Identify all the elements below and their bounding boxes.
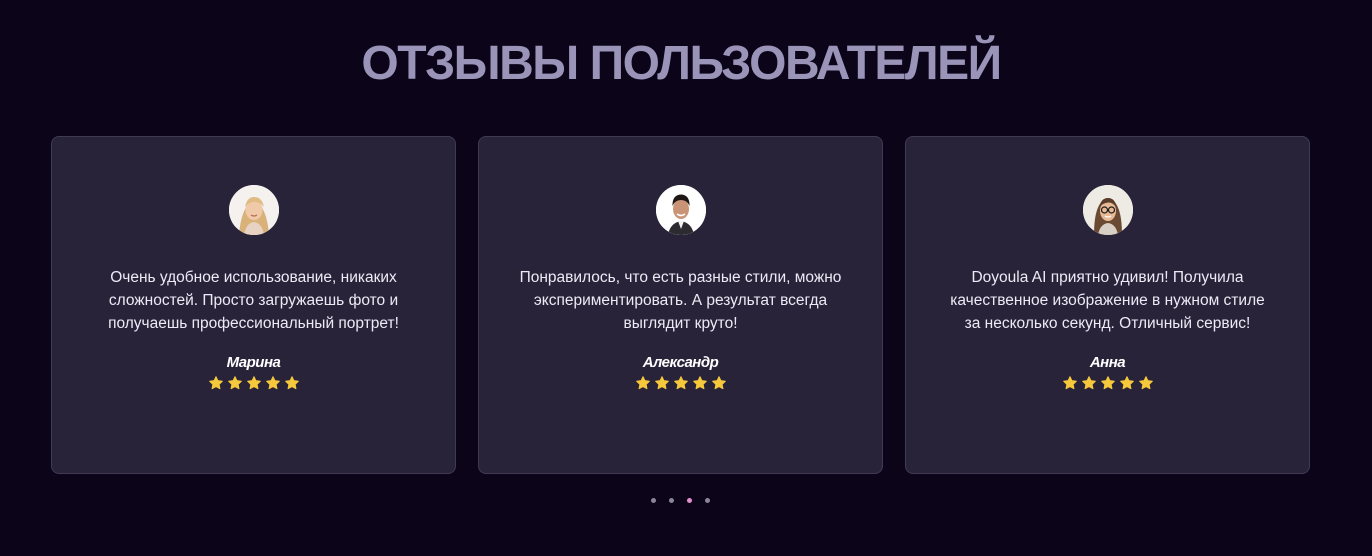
carousel-pagination [651,498,710,503]
star-icon [1081,376,1096,390]
avatar [1082,185,1133,235]
testimonials-carousel: Очень удобное использование, никаких сло… [51,136,1310,474]
carousel-dot[interactable] [651,498,656,503]
avatar [228,185,279,235]
avatar [655,185,706,235]
review-card: Doyoula AI приятно удивил! Получила каче… [905,136,1310,474]
review-card: Очень удобное использование, никаких сло… [51,136,456,474]
rating-stars [1062,375,1154,391]
carousel-dot[interactable] [705,498,710,503]
reviewer-name: Александр [642,354,719,371]
carousel-dot-active[interactable] [687,498,692,503]
star-icon [246,376,261,390]
star-icon [265,376,280,390]
star-icon [227,376,242,390]
review-card: Понравилось, что есть разные стили, можн… [478,136,883,474]
avatar-woman-blonde-icon [228,185,279,235]
review-text: Очень удобное использование, никаких сло… [108,269,399,332]
avatar-man-dark-hair-icon [655,185,706,235]
star-icon [692,376,707,390]
star-icon [654,376,669,390]
star-icon [1119,376,1134,390]
reviewer-name: Марина [226,354,281,371]
star-icon [711,376,726,390]
star-icon [673,376,688,390]
rating-stars [635,375,727,391]
star-icon [1138,376,1153,390]
testimonials-section: ОТЗЫВЫ ПОЛЬЗОВАТЕЛЕЙ Очень удобное испол… [0,0,1372,556]
star-icon [284,376,299,390]
rating-stars [208,375,300,391]
star-icon [1062,376,1077,390]
star-icon [1100,376,1115,390]
avatar-woman-glasses-icon [1082,185,1133,235]
carousel-dot[interactable] [669,498,674,503]
star-icon [208,376,223,390]
review-text: Doyoula AI приятно удивил! Получила каче… [950,269,1265,332]
section-title: ОТЗЫВЫ ПОЛЬЗОВАТЕЛЕЙ [361,37,1002,90]
reviewer-name: Анна [1089,354,1126,371]
review-text: Понравилось, что есть разные стили, можн… [519,269,842,332]
star-icon [635,376,650,390]
